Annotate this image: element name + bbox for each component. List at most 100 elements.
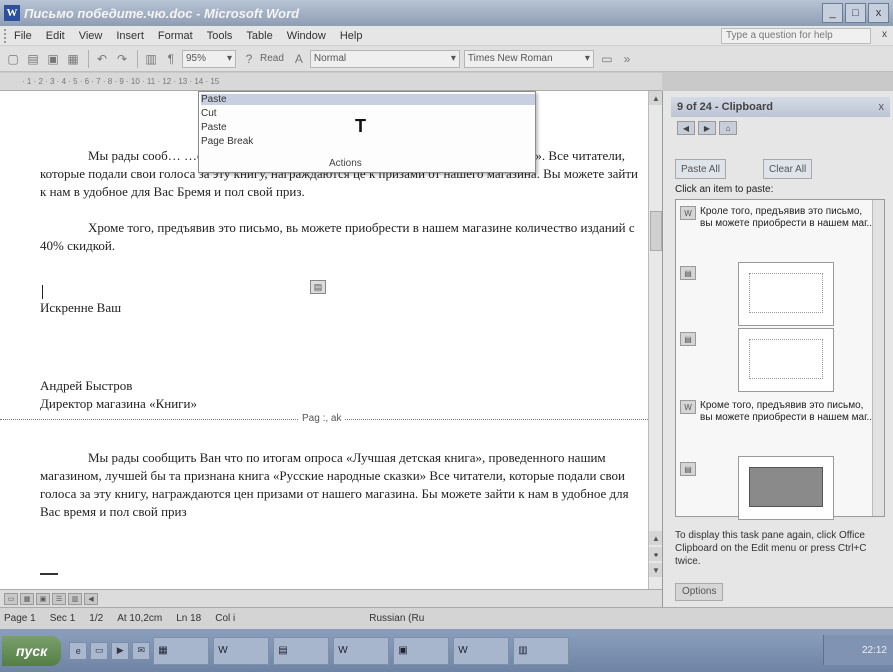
document-paragraph-3[interactable]: Мы рады сообщить Ван что по итогам опрос… xyxy=(40,449,646,521)
close-button[interactable]: x xyxy=(868,3,889,23)
taskbar-window-1[interactable]: ▦ xyxy=(153,636,210,665)
new-document-icon[interactable]: ▢ xyxy=(4,50,22,68)
dropdown-item-paste-1[interactable]: Paste xyxy=(201,94,535,105)
normal-view-icon[interactable]: ▭ xyxy=(4,592,18,605)
clipboard-thumbnail[interactable] xyxy=(738,328,834,392)
dropdown-item-paste-2[interactable]: Paste xyxy=(201,122,227,133)
clipboard-thumbnail[interactable] xyxy=(738,456,834,520)
quicklaunch-media-icon[interactable]: ▶ xyxy=(111,641,130,660)
menu-tools[interactable]: Tools xyxy=(207,30,233,42)
menu-table[interactable]: Table xyxy=(246,30,272,42)
image-clip-icon: ▤ xyxy=(680,462,696,476)
scroll-thumb[interactable] xyxy=(650,211,662,251)
prev-page-icon[interactable]: ▲ xyxy=(649,531,663,545)
pilcrow-icon[interactable]: ¶ xyxy=(162,50,180,68)
closing-line[interactable]: Искренне Ваш xyxy=(40,299,646,317)
print-view-icon[interactable]: ▣ xyxy=(36,592,50,605)
menu-close-icon[interactable]: x xyxy=(882,29,887,40)
outline-view-icon[interactable]: ☰ xyxy=(52,592,66,605)
paste-options-icon[interactable]: ▤ xyxy=(310,280,326,294)
dropdown-item-page-break[interactable]: Page Break xyxy=(201,136,253,147)
taskbar-window-6[interactable]: W xyxy=(453,636,510,665)
document-paragraph-2[interactable]: Хроме того, предъявив это письмо, вь мож… xyxy=(40,219,646,255)
border-icon[interactable]: ▭ xyxy=(598,50,616,68)
horizontal-scrollbar[interactable]: ▭ ▦ ▣ ☰ ▥ ◀ xyxy=(0,589,662,607)
menu-view[interactable]: View xyxy=(79,30,103,42)
ask-question-input[interactable]: Type a question for help xyxy=(721,28,871,44)
horizontal-ruler[interactable]: · 1 · 2 · 3 · 4 · 5 · 6 · 7 · 8 · 9 · 10… xyxy=(0,73,662,91)
browse-object-icon[interactable]: ● xyxy=(649,547,663,561)
clipboard-item-text: Кроме того, предъявив это письмо, вы мож… xyxy=(700,400,875,423)
clear-all-button[interactable]: Clear All xyxy=(763,159,813,179)
thumbnail-content xyxy=(749,339,823,379)
task-pane-header[interactable]: 9 of 24 - Clipboard x xyxy=(671,97,890,117)
menu-edit[interactable]: Edit xyxy=(46,30,65,42)
taskbar-window-4[interactable]: W xyxy=(333,636,390,665)
dropdown-actions[interactable]: Actions xyxy=(329,158,362,169)
more-options-icon[interactable]: » xyxy=(618,50,636,68)
menu-help[interactable]: Help xyxy=(340,30,363,42)
redo-icon[interactable]: ↷ xyxy=(113,50,131,68)
read-mode-button[interactable]: Read xyxy=(260,53,284,64)
status-language[interactable]: Russian (Ru xyxy=(369,613,424,624)
signature-title[interactable]: Директор магазина «Книги» xyxy=(40,395,646,413)
taskbar-window-3[interactable]: ▤ xyxy=(273,636,330,665)
menu-insert[interactable]: Insert xyxy=(116,30,144,42)
clipboard-list-scrollbar[interactable] xyxy=(872,200,884,516)
end-of-document-mark xyxy=(40,573,58,575)
dropdown-item-cut[interactable]: Cut xyxy=(201,108,217,119)
scroll-left-icon[interactable]: ◀ xyxy=(84,592,98,605)
status-column: Col i xyxy=(215,613,236,624)
zoom-select[interactable]: 95% ▾ xyxy=(182,49,236,68)
taskbar-window-2[interactable]: W xyxy=(213,636,270,665)
print-icon[interactable]: ▦ xyxy=(64,50,82,68)
menubar-grip[interactable] xyxy=(4,28,8,43)
start-button[interactable]: пуск xyxy=(2,635,62,666)
styles-pane-icon[interactable]: A xyxy=(290,50,308,68)
quicklaunch-mail-icon[interactable]: ✉ xyxy=(132,641,151,660)
menu-window[interactable]: Window xyxy=(287,30,326,42)
undo-icon[interactable]: ↶ xyxy=(93,50,111,68)
clipboard-item-text-2[interactable]: W Кроме того, предъявив это письмо, вы м… xyxy=(680,400,876,424)
clock[interactable]: 22:12 xyxy=(862,645,887,656)
open-icon[interactable]: ▤ xyxy=(24,50,42,68)
menu-format[interactable]: Format xyxy=(158,30,193,42)
signature-name[interactable]: Андрей Быстров xyxy=(40,377,646,395)
word-app-icon[interactable]: W xyxy=(4,5,20,21)
back-icon[interactable]: ◀ xyxy=(677,121,695,135)
taskbar-window-7[interactable]: ▥ xyxy=(513,636,570,665)
minimize-button[interactable]: _ xyxy=(822,3,843,23)
taskbar-window-5[interactable]: ▣ xyxy=(393,636,450,665)
font-select[interactable]: Times New Roman ▾ xyxy=(463,49,594,68)
clipboard-item-text-1[interactable]: W Кроле того, предъявив это письмо, вы м… xyxy=(680,206,876,230)
thumbnail-content xyxy=(749,467,823,507)
zoom-value: 95% xyxy=(186,53,207,64)
paste-all-button[interactable]: Paste All xyxy=(675,159,726,179)
menu-file[interactable]: File xyxy=(14,30,32,42)
window-controls: _ □ x xyxy=(822,3,889,23)
status-bar: Page 1 Sec 1 1/2 At 10,2cm Ln 18 Col i R… xyxy=(0,607,893,629)
table-icon[interactable]: ▥ xyxy=(142,50,160,68)
quicklaunch-desktop-icon[interactable]: ▭ xyxy=(90,641,109,660)
clipboard-item-list[interactable]: W Кроле того, предъявив это письмо, вы м… xyxy=(675,199,885,520)
clipboard-thumbnail[interactable] xyxy=(738,262,834,326)
next-page-icon[interactable]: ▼ xyxy=(649,563,663,577)
help-icon[interactable]: ? xyxy=(240,50,258,68)
scroll-up-icon[interactable]: ▲ xyxy=(649,91,663,105)
web-view-icon[interactable]: ▦ xyxy=(20,592,34,605)
forward-icon[interactable]: ▶ xyxy=(698,121,716,135)
quicklaunch-ie-icon[interactable]: e xyxy=(69,641,88,660)
task-pane-close-icon[interactable]: x xyxy=(879,101,885,113)
reading-view-icon[interactable]: ▥ xyxy=(68,592,82,605)
home-icon[interactable]: ⌂ xyxy=(719,121,737,135)
vertical-scrollbar[interactable]: ▲ ▲ ● ▼ xyxy=(648,91,663,589)
style-select[interactable]: Normal ▾ xyxy=(309,49,460,68)
standard-toolbar: ▢ ▤ ▣ ▦ ↶ ↷ ▥ ¶ 95% ▾ ? Read A Normal ▾ … xyxy=(0,46,893,72)
windows-taskbar: пуск e ▭ ▶ ✉ ▦ W ▤ W ▣ W ▥ 22:12 xyxy=(0,629,893,672)
menu-bar: File Edit View Insert Format Tools Table… xyxy=(0,26,893,46)
clipboard-item-text: Кроле того, предъявив это письмо, вы мож… xyxy=(700,206,875,229)
maximize-button[interactable]: □ xyxy=(845,3,866,23)
options-button[interactable]: Options xyxy=(675,583,724,601)
save-icon[interactable]: ▣ xyxy=(44,50,62,68)
status-page-of: 1/2 xyxy=(89,613,104,624)
